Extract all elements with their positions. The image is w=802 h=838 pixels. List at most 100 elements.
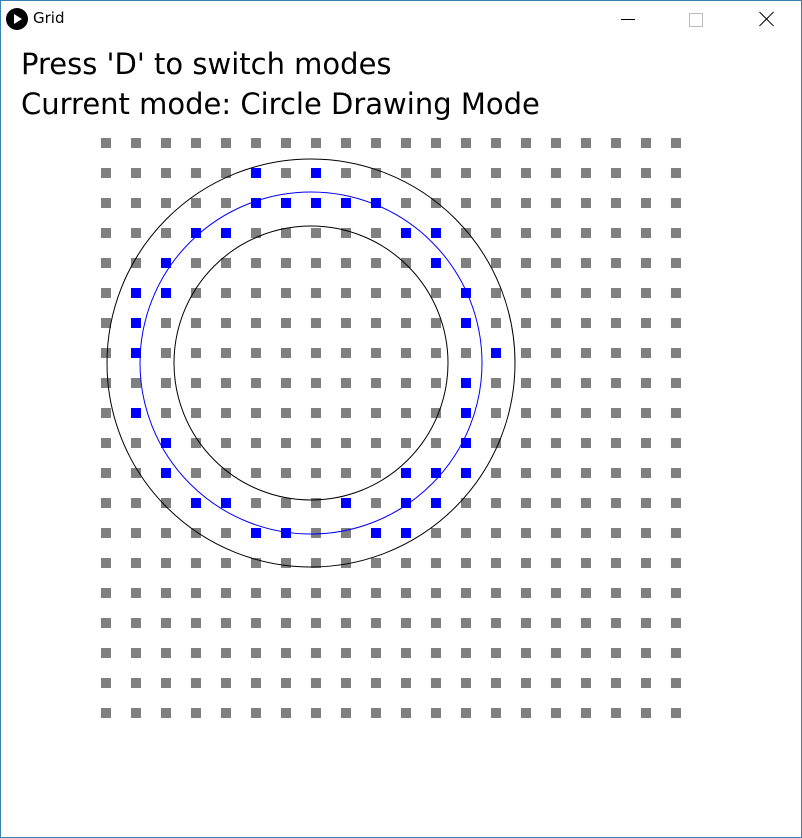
grid-cell[interactable] xyxy=(671,468,681,478)
grid-cell[interactable] xyxy=(641,168,651,178)
grid-cell-active[interactable] xyxy=(491,348,501,358)
grid-cell[interactable] xyxy=(431,618,441,628)
grid-cell[interactable] xyxy=(221,528,231,538)
grid-cell[interactable] xyxy=(251,468,261,478)
grid-cell[interactable] xyxy=(611,528,621,538)
grid-cell[interactable] xyxy=(521,618,531,628)
grid-cell[interactable] xyxy=(641,138,651,148)
grid-cell[interactable] xyxy=(581,678,591,688)
grid-cell[interactable] xyxy=(551,378,561,388)
grid-cell[interactable] xyxy=(611,168,621,178)
grid-cell[interactable] xyxy=(191,318,201,328)
grid-cell[interactable] xyxy=(311,138,321,148)
grid-cell-active[interactable] xyxy=(131,348,141,358)
grid-cell[interactable] xyxy=(491,318,501,328)
grid-cell[interactable] xyxy=(161,228,171,238)
grid-cell[interactable] xyxy=(221,678,231,688)
grid-cell[interactable] xyxy=(221,348,231,358)
grid-cell[interactable] xyxy=(611,348,621,358)
grid-cell[interactable] xyxy=(251,318,261,328)
grid-cell[interactable] xyxy=(551,288,561,298)
grid-cell[interactable] xyxy=(371,348,381,358)
grid-cell[interactable] xyxy=(671,378,681,388)
grid-cell[interactable] xyxy=(281,408,291,418)
grid-cell[interactable] xyxy=(671,618,681,628)
grid-cell[interactable] xyxy=(491,498,501,508)
grid-cell[interactable] xyxy=(341,438,351,448)
grid-cell[interactable] xyxy=(371,438,381,448)
grid-cell[interactable] xyxy=(491,378,501,388)
grid-cell[interactable] xyxy=(161,618,171,628)
grid-cell[interactable] xyxy=(641,318,651,328)
grid-cell[interactable] xyxy=(641,348,651,358)
grid-cell[interactable] xyxy=(431,558,441,568)
grid-cell[interactable] xyxy=(371,588,381,598)
grid-cell[interactable] xyxy=(221,198,231,208)
grid-cell[interactable] xyxy=(431,288,441,298)
grid-cell[interactable] xyxy=(131,168,141,178)
grid-cell[interactable] xyxy=(611,678,621,688)
grid-cell[interactable] xyxy=(281,258,291,268)
grid-cell[interactable] xyxy=(551,318,561,328)
grid-cell-active[interactable] xyxy=(131,408,141,418)
grid-cell[interactable] xyxy=(551,138,561,148)
grid-cell[interactable] xyxy=(401,648,411,658)
grid-cell[interactable] xyxy=(281,708,291,718)
grid-cell-active[interactable] xyxy=(251,168,261,178)
grid-cell[interactable] xyxy=(191,408,201,418)
grid-cell-active[interactable] xyxy=(461,408,471,418)
grid-cell[interactable] xyxy=(581,318,591,328)
grid-cell[interactable] xyxy=(161,168,171,178)
grid-cell[interactable] xyxy=(371,618,381,628)
grid-cell[interactable] xyxy=(581,648,591,658)
grid-cell[interactable] xyxy=(671,288,681,298)
grid-cell[interactable] xyxy=(551,168,561,178)
grid-cell[interactable] xyxy=(161,588,171,598)
grid-cell-active[interactable] xyxy=(161,438,171,448)
grid-cell[interactable] xyxy=(341,408,351,418)
grid-cell[interactable] xyxy=(461,528,471,538)
grid-cell[interactable] xyxy=(581,138,591,148)
grid-cell[interactable] xyxy=(611,618,621,628)
grid-cell[interactable] xyxy=(341,588,351,598)
grid-cell[interactable] xyxy=(161,648,171,658)
grid-cell[interactable] xyxy=(341,618,351,628)
grid-cell-active[interactable] xyxy=(131,318,141,328)
grid-cell[interactable] xyxy=(581,558,591,568)
grid-cell[interactable] xyxy=(461,708,471,718)
grid-cell[interactable] xyxy=(251,588,261,598)
grid-cell-active[interactable] xyxy=(401,528,411,538)
grid-cell[interactable] xyxy=(491,438,501,448)
grid-cell[interactable] xyxy=(551,408,561,418)
grid-cell[interactable] xyxy=(131,648,141,658)
grid-cell[interactable] xyxy=(101,378,111,388)
grid-cell[interactable] xyxy=(611,438,621,448)
grid-cell[interactable] xyxy=(581,618,591,628)
grid-cell[interactable] xyxy=(191,678,201,688)
grid-cell[interactable] xyxy=(401,618,411,628)
grid-cell[interactable] xyxy=(461,348,471,358)
grid-cell[interactable] xyxy=(671,588,681,598)
grid-cell-active[interactable] xyxy=(161,468,171,478)
grid-cell[interactable] xyxy=(491,618,501,628)
grid-cell[interactable] xyxy=(311,618,321,628)
grid-cell[interactable] xyxy=(371,558,381,568)
grid-cell[interactable] xyxy=(161,708,171,718)
grid-cell[interactable] xyxy=(491,258,501,268)
grid-cell[interactable] xyxy=(551,618,561,628)
grid-cell[interactable] xyxy=(641,498,651,508)
grid-cell[interactable] xyxy=(161,138,171,148)
grid-cell[interactable] xyxy=(671,318,681,328)
grid-cell[interactable] xyxy=(281,168,291,178)
grid-cell[interactable] xyxy=(251,618,261,628)
grid-cell[interactable] xyxy=(101,348,111,358)
grid-cell[interactable] xyxy=(551,588,561,598)
grid-cell[interactable] xyxy=(671,528,681,538)
grid-cell[interactable] xyxy=(131,618,141,628)
grid-cell[interactable] xyxy=(611,198,621,208)
grid-cell[interactable] xyxy=(611,228,621,238)
grid-cell[interactable] xyxy=(611,588,621,598)
grid-cell[interactable] xyxy=(671,438,681,448)
grid-cell-active[interactable] xyxy=(431,258,441,268)
grid-cell[interactable] xyxy=(341,708,351,718)
